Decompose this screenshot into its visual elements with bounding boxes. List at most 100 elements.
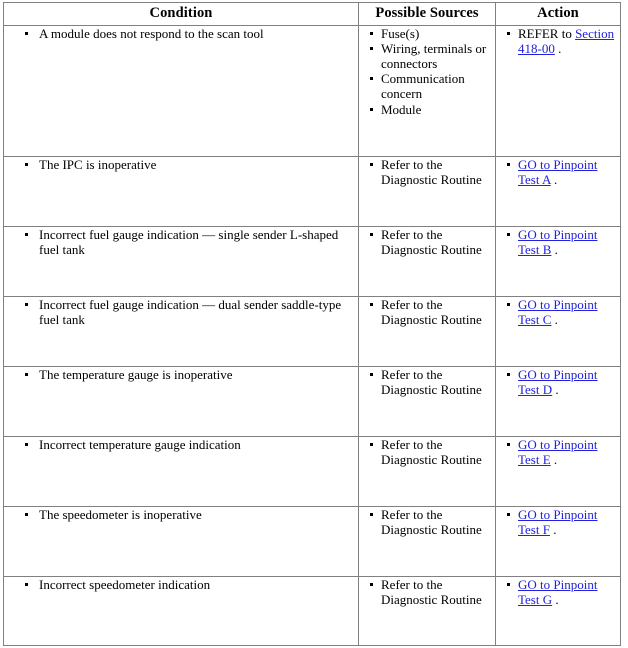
- pinpoint-test-link[interactable]: GO to Pinpoint Test F: [518, 507, 597, 537]
- list-item: GO to Pinpoint Test E .: [496, 437, 620, 467]
- sources-list: Refer to the Diagnostic Routine: [359, 367, 495, 397]
- action-cell: GO to Pinpoint Test A .: [495, 155, 621, 227]
- condition-list: Incorrect fuel gauge indication — dual s…: [4, 297, 358, 327]
- possible-sources-cell: Refer to the Diagnostic Routine: [358, 505, 496, 577]
- sources-list: Refer to the Diagnostic Routine: [359, 507, 495, 537]
- action-cell: REFER to Section 418-00 .: [495, 24, 621, 157]
- action-list: REFER to Section 418-00 .: [496, 26, 620, 56]
- possible-sources-cell: Refer to the Diagnostic Routine: [358, 575, 496, 646]
- possible-sources-cell: Refer to the Diagnostic Routine: [358, 365, 496, 437]
- condition-cell: Incorrect speedometer indication: [3, 575, 359, 646]
- condition-list: Incorrect speedometer indication: [4, 577, 358, 592]
- sources-list: Refer to the Diagnostic Routine: [359, 577, 495, 607]
- condition-list: A module does not respond to the scan to…: [4, 26, 358, 41]
- list-item: GO to Pinpoint Test F .: [496, 507, 620, 537]
- list-item: Refer to the Diagnostic Routine: [359, 297, 495, 327]
- condition-list: Incorrect fuel gauge indication — single…: [4, 227, 358, 257]
- action-suffix-text: .: [550, 171, 558, 187]
- list-item: Refer to the Diagnostic Routine: [359, 227, 495, 257]
- condition-cell: Incorrect fuel gauge indication — dual s…: [3, 295, 359, 367]
- action-list: GO to Pinpoint Test E .: [496, 437, 620, 467]
- list-item: GO to Pinpoint Test B .: [496, 227, 620, 257]
- action-list: GO to Pinpoint Test F .: [496, 507, 620, 537]
- condition-cell: The IPC is inoperative: [3, 155, 359, 227]
- action-cell: GO to Pinpoint Test B .: [495, 225, 621, 297]
- list-item: GO to Pinpoint Test A .: [496, 157, 620, 187]
- table-row: Incorrect fuel gauge indication — single…: [3, 225, 621, 297]
- possible-sources-cell: Refer to the Diagnostic Routine: [358, 295, 496, 367]
- action-list: GO to Pinpoint Test G .: [496, 577, 620, 607]
- condition-cell: A module does not respond to the scan to…: [3, 24, 359, 157]
- list-item: Incorrect fuel gauge indication — dual s…: [4, 297, 358, 327]
- action-prefix-text: REFER to: [518, 25, 576, 41]
- list-item: Module: [359, 102, 495, 117]
- pinpoint-test-link[interactable]: GO to Pinpoint Test E: [518, 437, 597, 467]
- list-item: Incorrect speedometer indication: [4, 577, 358, 592]
- table-body: A module does not respond to the scan to…: [3, 24, 621, 646]
- condition-cell: Incorrect fuel gauge indication — single…: [3, 225, 359, 297]
- sources-list: Refer to the Diagnostic Routine: [359, 157, 495, 187]
- list-item: Wiring, terminals or connectors: [359, 41, 495, 71]
- condition-list: The temperature gauge is inoperative: [4, 367, 358, 382]
- list-item: Refer to the Diagnostic Routine: [359, 367, 495, 397]
- action-suffix-text: .: [552, 591, 559, 607]
- list-item: Communication concern: [359, 71, 495, 101]
- action-suffix-text: .: [549, 521, 557, 537]
- action-suffix-text: .: [551, 311, 558, 327]
- table-row: Incorrect temperature gauge indication R…: [3, 435, 621, 507]
- list-item: Refer to the Diagnostic Routine: [359, 507, 495, 537]
- list-item: GO to Pinpoint Test D .: [496, 367, 620, 397]
- action-suffix-text: .: [554, 40, 562, 56]
- action-cell: GO to Pinpoint Test E .: [495, 435, 621, 507]
- list-item: Refer to the Diagnostic Routine: [359, 157, 495, 187]
- list-item: Refer to the Diagnostic Routine: [359, 577, 495, 607]
- column-header-condition: Condition: [3, 2, 359, 26]
- table-row: The temperature gauge is inoperative Ref…: [3, 365, 621, 437]
- sources-list: Refer to the Diagnostic Routine: [359, 437, 495, 467]
- sources-list: Refer to the Diagnostic Routine: [359, 227, 495, 257]
- action-cell: GO to Pinpoint Test C .: [495, 295, 621, 367]
- condition-cell: The speedometer is inoperative: [3, 505, 359, 577]
- list-item: Refer to the Diagnostic Routine: [359, 437, 495, 467]
- table-row: The speedometer is inoperative Refer to …: [3, 505, 621, 577]
- action-list: GO to Pinpoint Test C .: [496, 297, 620, 327]
- table-row: The IPC is inoperative Refer to the Diag…: [3, 155, 621, 227]
- action-list: GO to Pinpoint Test B .: [496, 227, 620, 257]
- list-item: GO to Pinpoint Test C .: [496, 297, 620, 327]
- pinpoint-test-link[interactable]: GO to Pinpoint Test A: [518, 157, 597, 187]
- condition-list: Incorrect temperature gauge indication: [4, 437, 358, 452]
- list-item: Fuse(s): [359, 26, 495, 41]
- header-row: Condition Possible Sources Action: [3, 2, 621, 26]
- list-item: REFER to Section 418-00 .: [496, 26, 620, 56]
- action-list: GO to Pinpoint Test D .: [496, 367, 620, 397]
- condition-cell: Incorrect temperature gauge indication: [3, 435, 359, 507]
- list-item: The IPC is inoperative: [4, 157, 358, 172]
- column-header-action: Action: [495, 2, 621, 26]
- condition-list: The IPC is inoperative: [4, 157, 358, 172]
- column-header-possible-sources: Possible Sources: [358, 2, 496, 26]
- document-page: Condition Possible Sources Action A modu…: [0, 0, 628, 648]
- action-cell: GO to Pinpoint Test D .: [495, 365, 621, 437]
- table-header: Condition Possible Sources Action: [3, 2, 621, 26]
- list-item: GO to Pinpoint Test G .: [496, 577, 620, 607]
- possible-sources-cell: Refer to the Diagnostic Routine: [358, 225, 496, 297]
- possible-sources-cell: Refer to the Diagnostic Routine: [358, 155, 496, 227]
- list-item: The speedometer is inoperative: [4, 507, 358, 522]
- action-suffix-text: .: [550, 451, 558, 467]
- action-cell: GO to Pinpoint Test G .: [495, 575, 621, 646]
- action-cell: GO to Pinpoint Test F .: [495, 505, 621, 577]
- list-item: Incorrect fuel gauge indication — single…: [4, 227, 358, 257]
- table-row: Incorrect fuel gauge indication — dual s…: [3, 295, 621, 367]
- list-item: A module does not respond to the scan to…: [4, 26, 358, 41]
- possible-sources-cell: Fuse(s) Wiring, terminals or connectors …: [358, 24, 496, 157]
- table-row: Incorrect speedometer indication Refer t…: [3, 575, 621, 646]
- diagnostic-symptom-table: Condition Possible Sources Action A modu…: [3, 2, 621, 646]
- list-item: The temperature gauge is inoperative: [4, 367, 358, 382]
- action-suffix-text: .: [551, 241, 558, 257]
- condition-list: The speedometer is inoperative: [4, 507, 358, 522]
- possible-sources-cell: Refer to the Diagnostic Routine: [358, 435, 496, 507]
- sources-list: Fuse(s) Wiring, terminals or connectors …: [359, 26, 495, 117]
- action-list: GO to Pinpoint Test A .: [496, 157, 620, 187]
- list-item: Incorrect temperature gauge indication: [4, 437, 358, 452]
- condition-cell: The temperature gauge is inoperative: [3, 365, 359, 437]
